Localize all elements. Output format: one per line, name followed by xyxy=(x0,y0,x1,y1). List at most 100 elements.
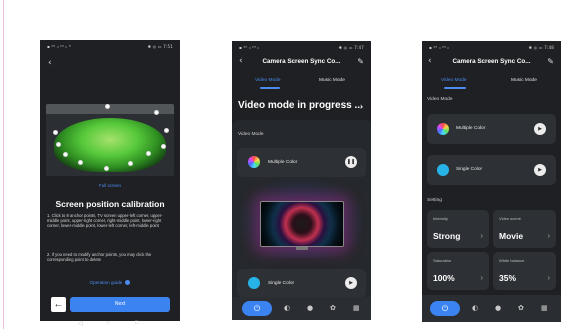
chevron-right-icon: › xyxy=(480,273,483,282)
instruction-step-1: 1. Click to 8 anchor points, TV screen u… xyxy=(47,213,163,228)
anchor-point[interactable] xyxy=(164,128,169,133)
white-balance-label: White balance xyxy=(499,258,525,263)
status-clock: ✱ ◎ ▭ 7:48 xyxy=(528,45,554,50)
saturation-label: Saturation xyxy=(433,258,452,263)
play-button[interactable]: ▶ xyxy=(345,277,357,289)
power-icon: ⏻ xyxy=(441,304,449,313)
section-label-setting: Setting xyxy=(427,198,442,203)
power-button[interactable]: ⏻ xyxy=(242,301,272,316)
full-screen-link[interactable]: Full screen xyxy=(40,183,180,188)
multiple-color-label: Multiple Color xyxy=(268,160,298,165)
play-icon: ▶ xyxy=(349,280,353,286)
video-scene-tile[interactable]: Video scene Movie › xyxy=(493,210,556,248)
chevron-right-icon: › xyxy=(480,231,483,240)
anchor-point[interactable] xyxy=(161,144,166,149)
tv-stand xyxy=(296,247,308,250)
status-clock: ✱ ◎ ▭ 7:51 xyxy=(147,44,173,49)
phone-video-settings-screen: ▪ ⁴ᴳ ᵢₗ ⁴ᴳ ᵢₗ ✱ ◎ ▭ 7:48 ‹ Camera Screen… xyxy=(422,41,561,322)
section-label-video-mode: Video Mode xyxy=(238,132,264,137)
anchor-point[interactable] xyxy=(154,110,159,115)
multiple-color-card[interactable]: Multiple Color ❚❚ xyxy=(237,148,366,177)
back-arrow-icon[interactable]: ‹ xyxy=(48,59,52,68)
single-color-label: Single Color xyxy=(268,281,295,286)
page-title: Screen position calibration xyxy=(55,199,165,209)
anchor-point[interactable] xyxy=(53,130,58,135)
grid-icon[interactable]: ▦ xyxy=(541,305,548,312)
play-button[interactable]: ▶ xyxy=(534,123,546,135)
status-bar: ▪ ⁴ᴳ ᵢₗ ⁴ᴳ ᵢₗ ✱ ◎ ▭ 7:47 xyxy=(232,41,371,53)
chevron-right-icon: › xyxy=(547,231,550,240)
multiple-color-label: Multiple Color xyxy=(456,126,486,131)
intensity-label: Intensity xyxy=(433,216,448,221)
bulb-icon[interactable]: ● xyxy=(495,305,501,312)
color-wheel-icon xyxy=(248,156,260,168)
previous-button[interactable]: ← xyxy=(51,297,66,312)
screenshot-canvas: ▪ ⁴ᴳ ᵢₗ ⁴ᴳ ᵢₗ ᴺ ✱ ◎ ▭ 7:51 ‹ Full screen… xyxy=(0,0,564,329)
grid-icon[interactable]: ▦ xyxy=(353,305,360,312)
play-icon: ▶ xyxy=(538,126,542,132)
tab-video-mode[interactable]: Video Mode xyxy=(441,78,467,83)
multiple-color-card[interactable]: Multiple Color ▶ xyxy=(427,114,556,144)
bottom-nav-bar: ⏻ ◐ ● ✿ ▦ xyxy=(422,295,561,322)
android-nav-bar: ◁ ○ □ xyxy=(40,320,180,329)
chevron-right-icon: › xyxy=(547,273,550,282)
tab-indicator xyxy=(260,87,280,89)
operation-guide-label: Operation guide xyxy=(89,280,123,285)
edit-icon[interactable]: ✎ xyxy=(547,57,554,66)
intensity-tile[interactable]: Intensity Strong › xyxy=(427,210,489,248)
tab-video-mode[interactable]: Video Mode xyxy=(255,78,281,83)
saturation-value: 100% xyxy=(433,273,455,283)
palette-icon[interactable]: ◐ xyxy=(472,305,478,312)
anchor-point[interactable] xyxy=(63,152,68,157)
single-color-card[interactable]: Single Color ▶ xyxy=(237,269,366,297)
white-balance-tile[interactable]: White balance 35% › xyxy=(493,252,556,290)
bulb-icon[interactable]: ● xyxy=(307,305,313,312)
status-clock: ✱ ◎ ▭ 7:47 xyxy=(338,45,364,50)
status-signal: ▪ ⁴ᴳ ᵢₗ ⁴ᴳ ᵢₗ ᴺ xyxy=(47,44,71,49)
video-scene-value: Movie xyxy=(499,231,524,241)
play-button[interactable]: ▶ xyxy=(534,164,546,176)
edit-icon[interactable]: ✎ xyxy=(357,57,364,66)
nav-recents-icon[interactable]: □ xyxy=(135,320,139,326)
anchor-point[interactable] xyxy=(56,142,61,147)
camera-preview[interactable] xyxy=(46,104,174,176)
phone-calibration-screen: ▪ ⁴ᴳ ᵢₗ ⁴ᴳ ᵢₗ ᴺ ✱ ◎ ▭ 7:51 ‹ Full screen… xyxy=(40,40,180,321)
palette-icon[interactable]: ◐ xyxy=(284,305,290,312)
video-progress-text: Video mode in progress ... xyxy=(238,100,363,111)
nav-home-icon[interactable]: ○ xyxy=(106,320,110,326)
bottom-nav-bar: ⏻ ◐ ● ✿ ▦ xyxy=(232,297,371,320)
next-button[interactable]: Next xyxy=(70,297,170,312)
nav-back-icon[interactable]: ◁ xyxy=(78,320,83,327)
status-bar: ▪ ⁴ᴳ ᵢₗ ⁴ᴳ ᵢₗ ✱ ◎ ▭ 7:48 xyxy=(422,41,561,53)
scene-icon[interactable]: ✿ xyxy=(330,305,336,312)
anchor-point[interactable] xyxy=(104,166,109,171)
tab-music-mode[interactable]: Music Mode xyxy=(319,78,345,83)
saturation-tile[interactable]: Saturation 100% › xyxy=(427,252,489,290)
scene-icon[interactable]: ✿ xyxy=(518,305,524,312)
power-icon: ⏻ xyxy=(253,304,261,313)
single-color-swatch xyxy=(248,277,260,289)
tv-illustration xyxy=(260,201,344,247)
status-signal: ▪ ⁴ᴳ ᵢₗ ⁴ᴳ ᵢₗ xyxy=(429,45,450,50)
anchor-point[interactable] xyxy=(128,161,133,166)
chevron-right-icon[interactable]: › xyxy=(360,101,363,111)
question-icon xyxy=(125,280,131,286)
anchor-point[interactable] xyxy=(146,151,151,156)
anchor-point[interactable] xyxy=(105,104,110,109)
status-bar: ▪ ⁴ᴳ ᵢₗ ⁴ᴳ ᵢₗ ᴺ ✱ ◎ ▭ 7:51 xyxy=(40,40,180,52)
operation-guide-link[interactable]: Operation guide xyxy=(40,280,180,286)
pause-button[interactable]: ❚❚ xyxy=(345,156,357,168)
video-scene-label: Video scene xyxy=(499,216,521,221)
status-signal: ▪ ⁴ᴳ ᵢₗ ⁴ᴳ ᵢₗ xyxy=(239,45,260,50)
power-button[interactable]: ⏻ xyxy=(430,301,460,316)
single-color-swatch xyxy=(437,164,449,176)
tab-indicator xyxy=(444,87,466,89)
intensity-value: Strong xyxy=(433,231,461,241)
pause-icon: ❚❚ xyxy=(346,159,356,165)
single-color-card[interactable]: Single Color ▶ xyxy=(427,155,556,185)
left-arrow-icon: ← xyxy=(53,299,64,310)
tv-screen-glow xyxy=(54,118,166,172)
anchor-point[interactable] xyxy=(78,160,83,165)
play-icon: ▶ xyxy=(538,167,542,173)
tab-music-mode[interactable]: Music Mode xyxy=(511,78,537,83)
